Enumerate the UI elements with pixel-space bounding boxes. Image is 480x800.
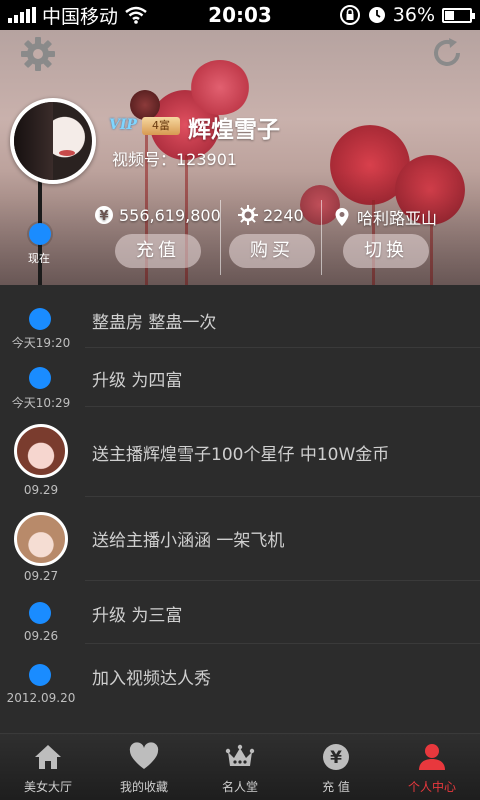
coin-value: 556,619,800 [119, 205, 221, 225]
points-balance: 2240 [238, 205, 304, 225]
sender-avatar[interactable] [14, 424, 68, 478]
bottom-tab-bar: 美女大厅 我的收藏 名人堂 ¥ 充 值 个人中心 [0, 733, 480, 800]
carrier-label: 中国移动 [42, 5, 119, 28]
feed-text: 加入视频达人秀 [92, 669, 211, 689]
svg-text:¥: ¥ [99, 209, 108, 224]
activity-feed: 今天19:20 整蛊房 整蛊一次 今天10:29 升级 为四富 09.29 送主… [0, 285, 480, 733]
location: 哈利路亚山 [332, 205, 437, 229]
status-bar: 中国移动 20:03 36% [0, 0, 480, 30]
feed-text: 整蛊房 整蛊一次 [92, 313, 217, 333]
tab-label: 我的收藏 [119, 780, 168, 794]
wifi-icon [125, 6, 147, 24]
divider [220, 200, 221, 275]
alarm-icon [368, 7, 385, 23]
feed-date: 09.26 [23, 629, 59, 643]
switch-location-button[interactable]: 切换 [343, 234, 429, 268]
tab-hall-of-fame[interactable]: 名人堂 [192, 734, 288, 800]
battery-percent: 36% [392, 4, 435, 26]
tab-label: 名人堂 [221, 780, 258, 794]
tab-label: 充 值 [322, 780, 350, 794]
feed-item[interactable]: 09.27 送给主播小涵涵 一架飞机 [0, 497, 480, 583]
sender-avatar[interactable] [14, 512, 68, 566]
tab-beauty-hall[interactable]: 美女大厅 [0, 734, 96, 800]
feed-date: 09.29 [23, 483, 59, 497]
timeline-dot [29, 367, 51, 389]
feed-text: 升级 为三富 [92, 606, 183, 626]
svg-text:¥: ¥ [330, 748, 342, 768]
person-icon [419, 744, 445, 770]
sun-badge-icon [238, 205, 258, 225]
heart-icon [129, 742, 159, 769]
divider [321, 200, 322, 275]
vip-badge: VIP [109, 117, 137, 133]
tab-recharge[interactable]: ¥ 充 值 [288, 734, 384, 800]
feed-text: 送给主播小涵涵 一架飞机 [92, 531, 285, 551]
yen-coin-icon: ¥ [95, 206, 113, 224]
rank-badge: 4富 [142, 117, 180, 135]
home-icon [35, 745, 61, 769]
location-pin-icon [335, 208, 349, 226]
feed-item[interactable]: 今天19:20 整蛊房 整蛊一次 [0, 285, 480, 350]
timeline-now-dot [29, 223, 51, 245]
coin-balance: ¥ 556,619,800 [94, 205, 221, 225]
rotation-lock-icon [339, 5, 360, 25]
crown-icon [225, 744, 255, 766]
now-label: 现在 [28, 252, 50, 265]
points-value: 2240 [263, 205, 304, 225]
recharge-button[interactable]: 充值 [115, 234, 201, 268]
refresh-icon[interactable] [430, 36, 464, 70]
video-id: 视频号：123901 [112, 150, 238, 169]
feed-text: 送主播辉煌雪子100个星仔 中10W金币 [92, 445, 390, 465]
feed-item[interactable]: 09.29 送主播辉煌雪子100个星仔 中10W金币 [0, 407, 480, 497]
buy-button[interactable]: 购买 [229, 234, 315, 268]
tab-label: 个人中心 [407, 780, 456, 794]
tab-label: 美女大厅 [23, 780, 72, 794]
feed-date: 2012.09.20 [6, 691, 76, 705]
feed-item[interactable]: 2012.09.20 加入视频达人秀 [0, 644, 480, 733]
tab-favorites[interactable]: 我的收藏 [96, 734, 192, 800]
timeline-dot [29, 602, 51, 624]
timeline-dot [29, 308, 51, 330]
feed-text: 升级 为四富 [92, 371, 183, 391]
signal-icon [8, 7, 36, 23]
username: 辉煌雪子 [188, 117, 280, 143]
feed-item[interactable]: 09.26 升级 为三富 [0, 581, 480, 644]
user-avatar[interactable] [10, 98, 96, 184]
tab-personal-center[interactable]: 个人中心 [384, 734, 480, 800]
feed-item[interactable]: 今天10:29 升级 为四富 [0, 348, 480, 410]
location-value: 哈利路亚山 [357, 209, 438, 228]
timeline-dot [29, 664, 51, 686]
yen-icon: ¥ [323, 744, 349, 770]
settings-gear-icon[interactable] [20, 36, 56, 72]
battery-icon [442, 7, 475, 23]
